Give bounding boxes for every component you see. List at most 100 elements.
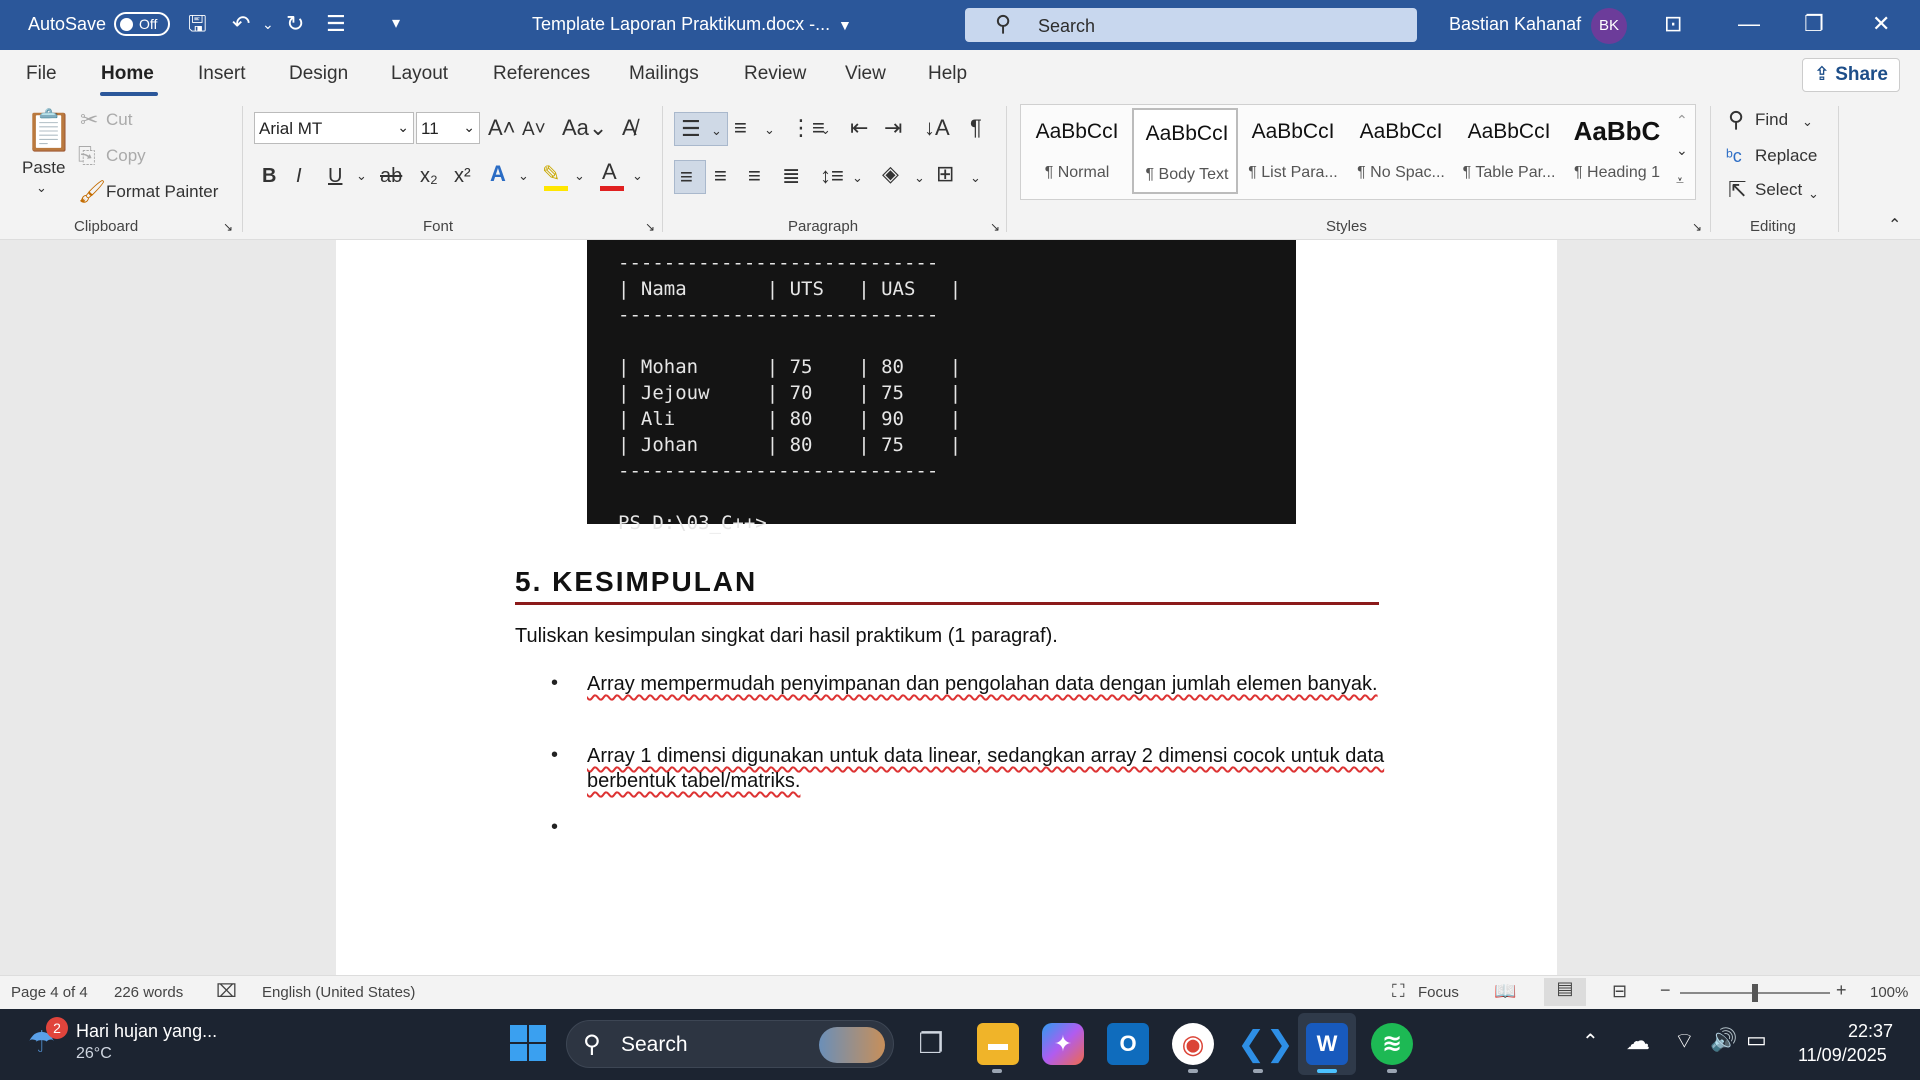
- line-spacing-icon[interactable]: ↕≡: [820, 164, 844, 188]
- shading-icon[interactable]: ◈: [882, 162, 899, 186]
- list-format-icon[interactable]: ☰: [326, 10, 346, 38]
- tab-references[interactable]: References: [493, 63, 590, 85]
- chevron-down-icon[interactable]: ⌄: [764, 118, 775, 142]
- superscript-icon[interactable]: x²: [454, 164, 471, 188]
- zoom-in-icon[interactable]: +: [1836, 980, 1847, 1001]
- close-icon[interactable]: ✕: [1872, 10, 1890, 38]
- text-effects-icon[interactable]: A: [490, 162, 506, 186]
- outlook-icon[interactable]: O: [1107, 1023, 1149, 1065]
- zoom-slider-thumb[interactable]: [1752, 984, 1758, 1002]
- decrease-indent-icon[interactable]: ⇤: [850, 116, 868, 140]
- customize-toolbar-icon[interactable]: ▾: [392, 10, 400, 38]
- page-count[interactable]: Page 4 of 4: [11, 984, 88, 1001]
- redo-icon[interactable]: ↻: [286, 10, 304, 38]
- focus-button[interactable]: Focus: [1418, 984, 1459, 1001]
- document-page[interactable]: ---------------------------- | Nama | UT…: [336, 240, 1557, 975]
- avatar[interactable]: BK: [1591, 8, 1627, 44]
- justify-icon[interactable]: ≣: [782, 164, 800, 188]
- battery-icon[interactable]: ▭: [1746, 1027, 1767, 1053]
- strikethrough-icon[interactable]: ab: [380, 164, 402, 188]
- file-explorer-icon[interactable]: ▬: [977, 1023, 1019, 1065]
- tab-help[interactable]: Help: [928, 63, 967, 85]
- weather-text[interactable]: Hari hujan yang...: [76, 1021, 217, 1042]
- bullets-button[interactable]: ☰ ⌄: [674, 112, 728, 146]
- save-icon[interactable]: 🖫: [188, 10, 207, 38]
- tab-home[interactable]: Home: [101, 63, 154, 85]
- tab-design[interactable]: Design: [289, 63, 348, 85]
- volume-icon[interactable]: 🔊: [1710, 1027, 1737, 1053]
- font-size-combo[interactable]: 11 ⌄: [416, 112, 480, 144]
- title-dropdown-icon[interactable]: ▼: [838, 11, 852, 39]
- align-right-icon[interactable]: ≡: [748, 164, 761, 188]
- chevron-down-icon[interactable]: ⌄: [914, 166, 925, 190]
- change-case-icon[interactable]: Aa⌄: [562, 116, 607, 140]
- autosave-toggle[interactable]: Off: [114, 12, 170, 36]
- wifi-icon[interactable]: ⌔: [1674, 1027, 1695, 1055]
- styles-more-icon[interactable]: ⩡: [1676, 168, 1684, 192]
- chrome-icon[interactable]: ◉: [1172, 1023, 1214, 1065]
- read-mode-icon[interactable]: 📖: [1494, 981, 1516, 1002]
- vscode-icon[interactable]: ❮❯: [1237, 1023, 1294, 1065]
- search-box[interactable]: ⚲ Search: [965, 8, 1417, 42]
- chevron-down-icon[interactable]: ⌄: [852, 166, 863, 190]
- onedrive-icon[interactable]: ☁: [1626, 1027, 1650, 1056]
- style-list-paragraph[interactable]: AaBbCcI ¶ List Para...: [1240, 108, 1346, 194]
- select-button[interactable]: Select: [1755, 180, 1802, 200]
- underline-icon[interactable]: U: [328, 164, 342, 188]
- clear-formatting-icon[interactable]: A̸: [622, 116, 637, 140]
- clock-time[interactable]: 22:37: [1848, 1021, 1893, 1042]
- style-normal[interactable]: AaBbCcI ¶ Normal: [1024, 108, 1130, 194]
- styles-launcher-icon[interactable]: ↘: [1692, 220, 1702, 234]
- clipboard-launcher-icon[interactable]: ↘: [223, 220, 233, 234]
- language[interactable]: English (United States): [262, 984, 415, 1001]
- copy-button[interactable]: Copy: [106, 146, 146, 166]
- ribbon-display-icon[interactable]: ⊡: [1664, 10, 1682, 38]
- chevron-up-icon[interactable]: ⌃: [1582, 1029, 1599, 1054]
- format-painter-button[interactable]: Format Painter: [106, 182, 218, 202]
- collapse-ribbon-icon[interactable]: ⌃: [1888, 214, 1901, 238]
- tab-view[interactable]: View: [845, 63, 886, 85]
- style-table-paragraph[interactable]: AaBbCcI ¶ Table Par...: [1456, 108, 1562, 194]
- minimize-icon[interactable]: —: [1738, 10, 1760, 38]
- show-formatting-icon[interactable]: ¶: [970, 116, 982, 140]
- borders-icon[interactable]: ⊞: [936, 162, 954, 186]
- chevron-down-icon[interactable]: ⌄: [356, 164, 367, 188]
- style-body-text[interactable]: AaBbCcI ¶ Body Text: [1132, 108, 1238, 194]
- chevron-down-icon[interactable]: ⌄: [518, 164, 529, 188]
- font-color-icon[interactable]: A: [602, 160, 617, 184]
- paste-dropdown-icon[interactable]: ⌄: [36, 180, 47, 196]
- align-center-icon[interactable]: ≡: [714, 164, 727, 188]
- spotify-icon[interactable]: ≋: [1371, 1023, 1413, 1065]
- tab-review[interactable]: Review: [744, 63, 806, 85]
- proofing-icon[interactable]: ⌧: [216, 981, 237, 1002]
- grow-font-icon[interactable]: A˄: [488, 116, 516, 140]
- tab-insert[interactable]: Insert: [198, 63, 246, 85]
- task-view-icon[interactable]: ❐: [910, 1023, 952, 1065]
- chevron-down-icon[interactable]: ⌄: [1802, 110, 1813, 134]
- word-icon[interactable]: W: [1306, 1023, 1348, 1065]
- zoom-out-icon[interactable]: −: [1660, 980, 1671, 1001]
- font-launcher-icon[interactable]: ↘: [645, 220, 655, 234]
- style-heading-1[interactable]: AaBbC ¶ Heading 1: [1564, 108, 1670, 194]
- increase-indent-icon[interactable]: ⇥: [884, 116, 902, 140]
- word-count[interactable]: 226 words: [114, 984, 183, 1001]
- chevron-down-icon[interactable]: ⌄: [970, 166, 981, 190]
- undo-dropdown-icon[interactable]: ⌄: [262, 10, 274, 38]
- zoom-level[interactable]: 100%: [1870, 984, 1908, 1001]
- tab-mailings[interactable]: Mailings: [629, 63, 699, 85]
- bold-icon[interactable]: B: [262, 164, 276, 188]
- paragraph-launcher-icon[interactable]: ↘: [990, 220, 1000, 234]
- copilot-icon[interactable]: ✦: [1042, 1023, 1084, 1065]
- document-title[interactable]: Template Laporan Praktikum.docx -...: [532, 14, 830, 35]
- find-button[interactable]: Find: [1755, 110, 1788, 130]
- highlight-icon[interactable]: ✎: [542, 162, 560, 186]
- styles-scroll-down-icon[interactable]: ⌄: [1676, 138, 1688, 162]
- paste-icon[interactable]: 📋: [24, 108, 74, 154]
- chevron-down-icon[interactable]: ⌄: [574, 164, 585, 188]
- italic-icon[interactable]: I: [296, 164, 302, 188]
- subscript-icon[interactable]: x₂: [420, 164, 438, 188]
- chevron-down-icon[interactable]: ⌄: [820, 118, 831, 142]
- font-name-combo[interactable]: Arial MT ⌄: [254, 112, 414, 144]
- cut-button[interactable]: Cut: [106, 110, 132, 130]
- style-no-spacing[interactable]: AaBbCcI ¶ No Spac...: [1348, 108, 1454, 194]
